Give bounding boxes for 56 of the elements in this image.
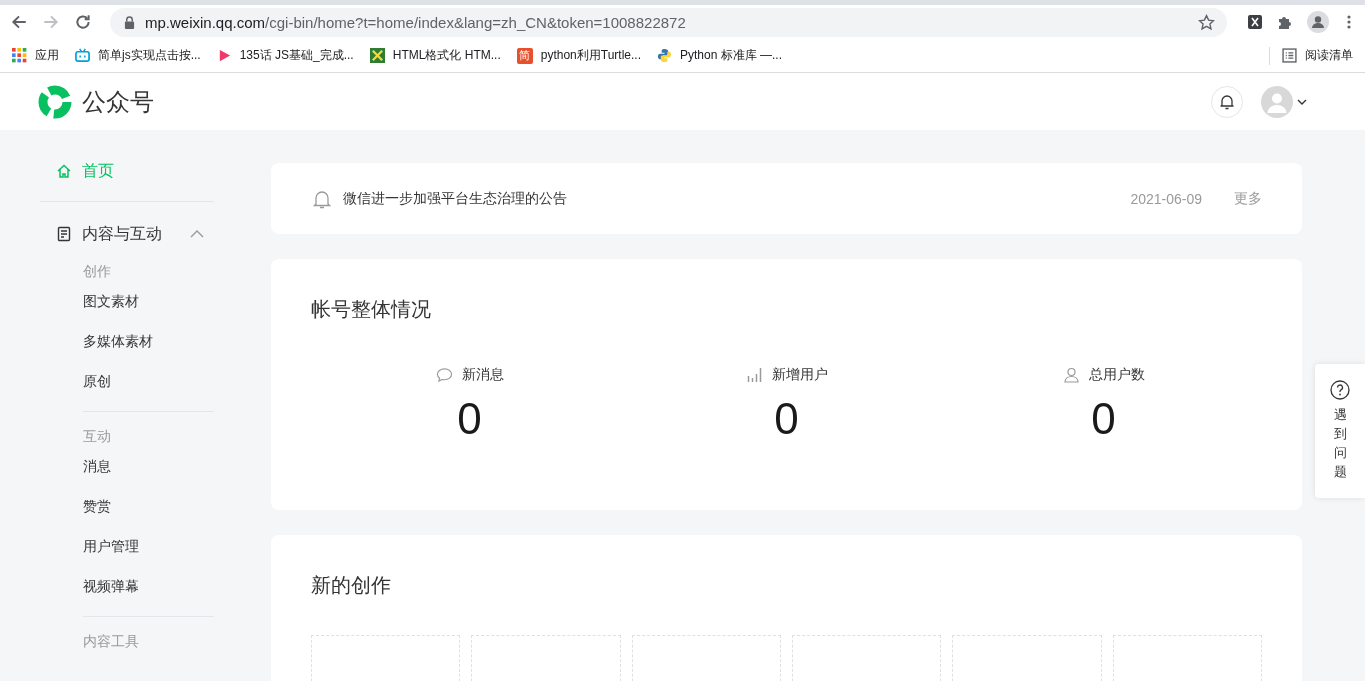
stat-label: 总用户数	[1088, 366, 1145, 384]
help-button[interactable]: 遇到问题	[1315, 364, 1365, 498]
apps-grid-icon	[12, 48, 27, 63]
back-icon[interactable]	[10, 13, 28, 31]
sidebar-item[interactable]: 原创	[40, 371, 214, 391]
sidebar-group-heading: 创作	[82, 262, 112, 281]
reading-list-button[interactable]: 阅读清单	[1282, 47, 1353, 64]
notification-button[interactable]	[1211, 85, 1243, 118]
sidebar-item[interactable]: 消息	[40, 456, 214, 476]
list-icon	[1282, 48, 1297, 63]
star-icon[interactable]	[1198, 13, 1215, 31]
sidebar-group-heading: 内容工具	[82, 632, 140, 651]
stat-label: 新消息	[461, 366, 504, 384]
section-title: 新的创作	[311, 573, 392, 597]
section-title: 帐号整体情况	[311, 297, 432, 321]
tv-icon	[75, 48, 90, 63]
sidebar-item[interactable]: 多媒体素材	[40, 331, 214, 351]
menu-icon[interactable]	[1347, 14, 1351, 30]
extension-icon[interactable]	[1247, 14, 1263, 30]
bookmark[interactable]: 简 python利用Turtle...	[516, 47, 641, 64]
sidebar-section[interactable]: 内容与互动	[40, 219, 214, 249]
puzzle-icon[interactable]	[1277, 14, 1293, 30]
address-bar[interactable]: mp.weixin.qq.com/cgi-bin/home?t=home/index&lang=zh_CN&token=1008822872	[110, 7, 1227, 37]
bookmark[interactable]: 简单js实现点击按...	[75, 47, 201, 64]
user-icon	[1062, 367, 1080, 383]
document-icon	[56, 226, 72, 242]
bookmark[interactable]: 135话 JS基础_完成...	[216, 47, 354, 64]
stat-value: 0	[774, 394, 799, 444]
stat-value: 0	[457, 394, 482, 444]
sidebar-item[interactable]: 视频弹幕	[40, 576, 214, 596]
sidebar-group-heading: 互动	[82, 427, 112, 446]
stat-label: 新增用户	[771, 366, 828, 384]
stat-value: 0	[1091, 394, 1116, 444]
bookmark[interactable]: HTML格式化 HTM...	[369, 47, 501, 64]
help-icon	[1330, 380, 1350, 400]
tools-icon	[369, 48, 385, 63]
chevron-icon	[190, 230, 204, 238]
bookmark-icon: 简	[516, 47, 533, 64]
caret-icon[interactable]	[1297, 98, 1307, 105]
home-icon	[56, 163, 72, 179]
logo-icon	[38, 84, 72, 119]
sidebar-item[interactable]: 用户管理	[40, 536, 214, 556]
bookmark[interactable]: 应用	[12, 47, 59, 64]
bell-icon	[313, 188, 331, 209]
notice-date: 2021-06-09	[1130, 190, 1202, 207]
sidebar-item[interactable]: 赞赏	[40, 496, 214, 516]
bar-chart-icon	[745, 367, 763, 383]
app-title: 公众号	[82, 86, 154, 117]
python-logo-icon	[657, 48, 672, 63]
bookmark[interactable]: Python 标准库 —...	[657, 47, 782, 64]
notice-link[interactable]: 微信进一步加强平台生态治理的公告	[343, 189, 567, 208]
sidebar-item[interactable]: 图文素材	[40, 291, 214, 311]
chat-bubble-icon	[435, 367, 453, 383]
reload-icon[interactable]	[74, 13, 92, 31]
profile-icon[interactable]	[1307, 11, 1329, 33]
lock-icon[interactable]	[124, 15, 135, 29]
